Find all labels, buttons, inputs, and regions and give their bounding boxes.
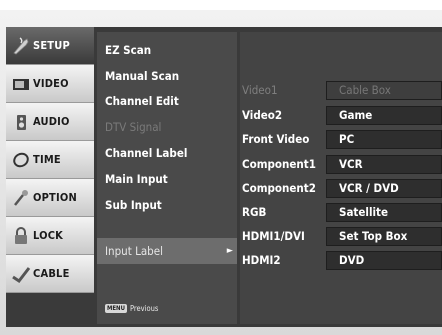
tab-cable-label: CABLE [33, 267, 70, 280]
input-row-label: HDMI1/DVI [242, 229, 305, 243]
tab-option-label: OPTION [33, 191, 77, 204]
menu-item-ez-scan[interactable]: EZ Scan [105, 40, 151, 60]
menu-item-input-label-text: Input Label [105, 244, 163, 258]
tab-video[interactable]: VIDEO [6, 65, 94, 103]
input-row-label: Component1 [242, 157, 316, 171]
input-row-value[interactable]: PC [326, 130, 442, 149]
menu-item-dtv-signal: DTV Signal [105, 120, 162, 134]
setup-icon [10, 35, 32, 57]
input-row-label: Component2 [242, 181, 316, 195]
menu-item-main-input[interactable]: Main Input [105, 169, 168, 189]
menu-item-channel-edit[interactable]: Channel Edit [105, 91, 179, 111]
input-row-value: Cable Box [326, 81, 442, 100]
chevron-right-icon: ► [226, 246, 233, 256]
menu-button-icon: MENU [105, 304, 127, 313]
input-row-label: RGB [242, 205, 267, 219]
tab-time[interactable]: TIME [6, 141, 94, 179]
tab-bar: SETUP VIDEO AUDIO TIME OPTION LOCK CABLE [6, 27, 94, 327]
tab-audio[interactable]: AUDIO [6, 103, 94, 141]
input-row-label: Front Video [242, 132, 310, 146]
menu-item-channel-label[interactable]: Channel Label [105, 143, 187, 163]
input-row-label: Video1 [242, 83, 278, 97]
input-row-label: Video2 [242, 108, 283, 122]
input-row-value[interactable]: VCR / DVD [326, 179, 442, 198]
option-icon [10, 187, 32, 209]
input-row-value[interactable]: Set Top Box [326, 227, 442, 246]
cable-icon [10, 263, 32, 285]
input-row-value[interactable]: DVD [326, 251, 442, 270]
tab-time-label: TIME [33, 153, 61, 166]
menu-item-sub-input[interactable]: Sub Input [105, 195, 162, 215]
input-row-value[interactable]: VCR [326, 155, 442, 174]
menu-item-manual-scan[interactable]: Manual Scan [105, 66, 179, 86]
tab-setup[interactable]: SETUP [6, 27, 94, 65]
input-row-value[interactable]: Game [326, 106, 442, 125]
input-label-submenu: Video1 Cable Box Video2 Game Front Video… [240, 32, 442, 324]
menu-item-input-label[interactable]: Input Label ► [97, 238, 237, 264]
tab-option[interactable]: OPTION [6, 179, 94, 217]
tab-lock-label: LOCK [33, 229, 64, 242]
audio-icon [10, 111, 32, 133]
tab-video-label: VIDEO [33, 77, 69, 90]
tab-audio-label: AUDIO [33, 115, 70, 128]
tab-cable[interactable]: CABLE [6, 255, 94, 293]
tab-setup-label: SETUP [33, 39, 70, 52]
previous-label: Previous [129, 304, 159, 313]
input-row-value[interactable]: Satellite [326, 203, 442, 222]
time-icon [10, 149, 32, 171]
previous-hint: MENU Previous [105, 304, 158, 313]
input-row-label: HDMI2 [242, 253, 281, 267]
tab-lock[interactable]: LOCK [6, 217, 94, 255]
lock-icon [10, 225, 32, 247]
setup-menu: EZ Scan Manual Scan Channel Edit DTV Sig… [97, 32, 237, 324]
video-icon [10, 73, 32, 95]
